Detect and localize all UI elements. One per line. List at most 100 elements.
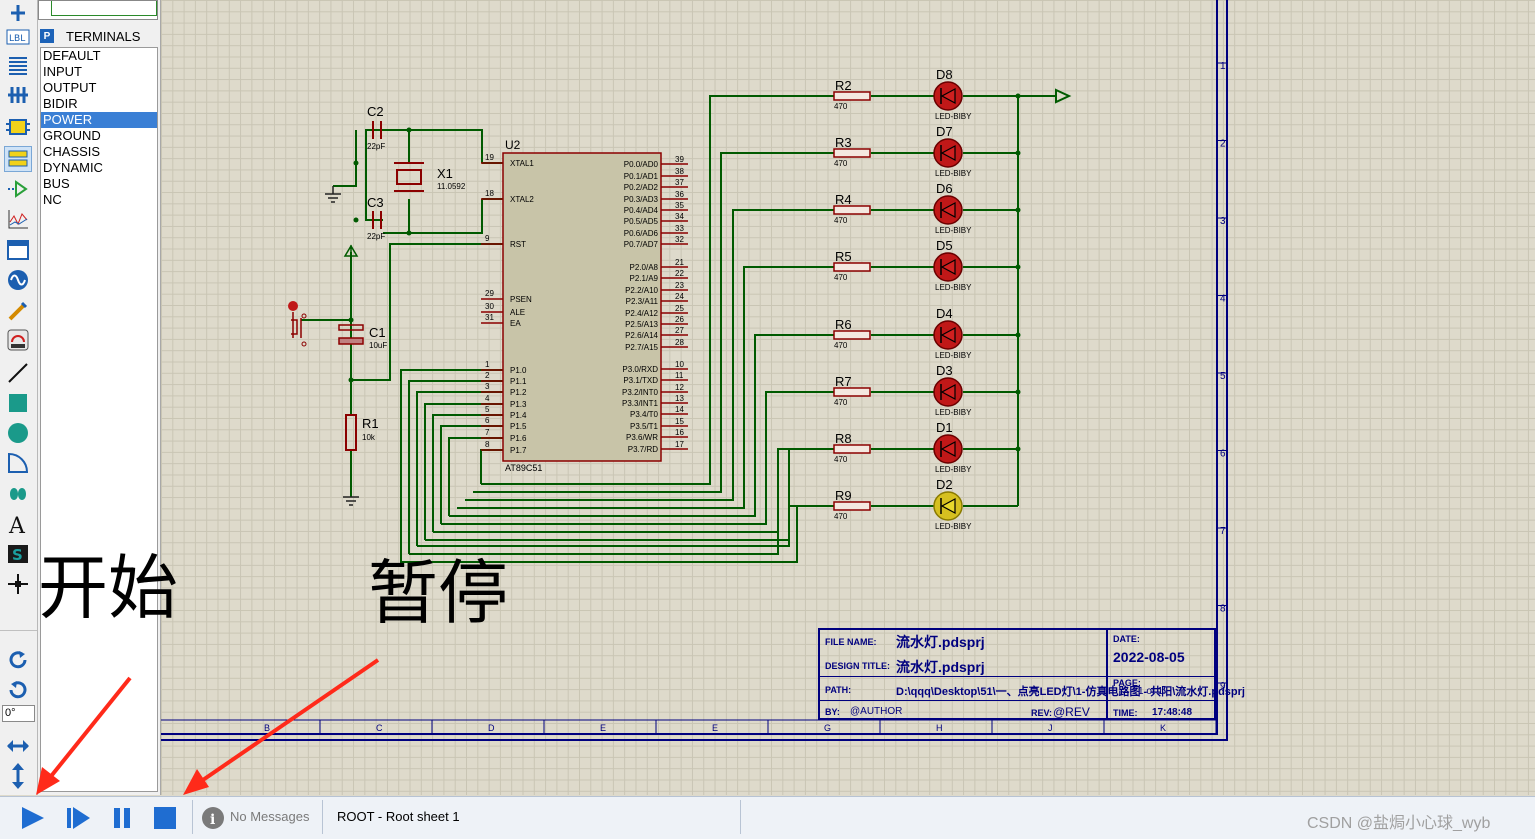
rotate-clockwise-icon[interactable] bbox=[4, 647, 32, 673]
mcu-part: AT89C51 bbox=[505, 463, 542, 473]
mcu-pin-name: P0.3/AD3 bbox=[624, 195, 659, 204]
time-label: TIME: bbox=[1113, 708, 1138, 718]
pick-devices-button[interactable]: P bbox=[40, 29, 54, 43]
date-value: 2022-08-05 bbox=[1113, 649, 1185, 665]
arc-icon[interactable] bbox=[4, 450, 32, 476]
mcu-pin-name: P3.0/RXD bbox=[622, 365, 658, 374]
mcu-pin-name: P1.3 bbox=[510, 400, 527, 409]
mirror-x-icon[interactable] bbox=[4, 733, 32, 759]
led-ref: D1 bbox=[936, 420, 953, 435]
led-row-d8[interactable]: R2 470 D8 LED-BIBY bbox=[833, 67, 972, 121]
row-marker: 8 bbox=[1220, 604, 1226, 615]
col-marker: B bbox=[264, 723, 270, 733]
component-pin-icon[interactable] bbox=[4, 0, 32, 26]
messages-status[interactable]: No Messages bbox=[230, 809, 309, 824]
mcu-pin-num: 35 bbox=[675, 201, 684, 210]
resistor-value: 470 bbox=[834, 341, 848, 350]
schematic-canvas[interactable]: 123456789 BCDEEGHJK C2 22pF C3 22pF X1 1… bbox=[161, 0, 1535, 795]
mcu-at89c51[interactable]: U2AT89C5119XTAL118XTAL29RST29PSEN30ALE31… bbox=[481, 138, 688, 473]
led-row-d6[interactable]: R4 470 D6 LED-BIBY bbox=[833, 181, 972, 235]
svg-text:LBL: LBL bbox=[9, 34, 25, 44]
mcu-pin-name: P3.4/T0 bbox=[630, 410, 659, 419]
path-icon[interactable] bbox=[4, 480, 32, 506]
row-marker: 4 bbox=[1220, 294, 1226, 305]
led-row-d5[interactable]: R5 470 D5 LED-BIBY bbox=[833, 238, 972, 292]
mcu-pin-num: 2 bbox=[485, 371, 490, 380]
led-ref: D7 bbox=[936, 124, 953, 139]
led-type: LED-BIBY bbox=[935, 169, 972, 178]
terminal-item-output[interactable]: OUTPUT bbox=[41, 80, 157, 96]
graph-icon[interactable] bbox=[4, 206, 32, 232]
file-name-label: FILE NAME: bbox=[825, 637, 877, 647]
symbol-icon[interactable]: S bbox=[4, 541, 32, 567]
led-row-d2[interactable]: R9 470 D2 LED-BIBY bbox=[833, 477, 972, 531]
mcu-pin-num: 30 bbox=[485, 302, 494, 311]
terminal-item-nc[interactable]: NC bbox=[41, 192, 157, 208]
time-value: 17:48:48 bbox=[1152, 707, 1193, 718]
mcu-pin-num: 33 bbox=[675, 224, 684, 233]
mcu-pin-name: ALE bbox=[510, 308, 525, 317]
label-icon[interactable]: LBL bbox=[4, 24, 32, 50]
mcu-pin-num: 23 bbox=[675, 281, 684, 290]
voltage-probe-icon[interactable] bbox=[4, 297, 32, 323]
mcu-pin-name: P2.2/A10 bbox=[625, 286, 658, 295]
terminal-item-bus[interactable]: BUS bbox=[41, 176, 157, 192]
mcu-pin-num: 9 bbox=[485, 234, 490, 243]
led-row-d3[interactable]: R7 470 D3 LED-BIBY bbox=[833, 363, 972, 417]
page-label: PAGE: bbox=[1113, 678, 1141, 688]
title-block: FILE NAME: 流水灯.pdsprj DESIGN TITLE: 流水灯.… bbox=[818, 628, 1245, 720]
marker-icon[interactable] bbox=[4, 571, 32, 597]
mcu-pin-name: EA bbox=[510, 319, 521, 328]
subcircuit-icon[interactable] bbox=[4, 114, 32, 140]
mcu-pin-name: P0.6/AD6 bbox=[624, 229, 659, 238]
rotation-field[interactable]: 0° bbox=[2, 705, 35, 722]
by-label: BY: bbox=[825, 707, 840, 717]
circle-icon[interactable] bbox=[4, 420, 32, 446]
rotate-anticlockwise-icon[interactable] bbox=[4, 677, 32, 703]
resistor-ref: R4 bbox=[835, 192, 852, 207]
text-script-icon[interactable] bbox=[4, 52, 32, 78]
text-icon[interactable]: A bbox=[4, 511, 32, 537]
mcu-pin-num: 19 bbox=[485, 153, 494, 162]
mcu-pin-name: RST bbox=[510, 240, 526, 249]
terminals-header: P TERMINALS bbox=[40, 27, 158, 45]
page-value: 1 of 1 bbox=[1138, 686, 1164, 697]
mcu-pin-num: 31 bbox=[485, 313, 494, 322]
resistor-value: 470 bbox=[834, 455, 848, 464]
by-value: @AUTHOR bbox=[850, 706, 903, 717]
terminal-item-input[interactable]: INPUT bbox=[41, 64, 157, 80]
terminal-item-default[interactable]: DEFAULT bbox=[41, 48, 157, 64]
led-row-d7[interactable]: R3 470 D7 LED-BIBY bbox=[833, 124, 972, 178]
virtual-instrument-icon[interactable] bbox=[4, 327, 32, 353]
pause-button[interactable] bbox=[104, 801, 140, 835]
mirror-y-icon[interactable] bbox=[4, 763, 32, 789]
terminal-icon[interactable] bbox=[4, 146, 32, 172]
terminal-item-ground[interactable]: GROUND bbox=[41, 128, 157, 144]
info-icon: i bbox=[200, 801, 226, 835]
play-button[interactable] bbox=[14, 801, 50, 835]
path-value: D:\qqq\Desktop\51\一、点亮LED灯\1-仿真电路图 - 共阳\… bbox=[896, 686, 1245, 698]
terminals-title: TERMINALS bbox=[66, 28, 141, 44]
overview-window[interactable] bbox=[38, 0, 158, 20]
mcu-pin-num: 13 bbox=[675, 394, 684, 403]
terminal-item-chassis[interactable]: CHASSIS bbox=[41, 144, 157, 160]
stop-button[interactable] bbox=[147, 801, 183, 835]
line-icon[interactable] bbox=[4, 360, 32, 386]
led-row-d1[interactable]: R8 470 D1 LED-BIBY bbox=[833, 420, 972, 474]
terminals-list[interactable]: DEFAULT INPUT OUTPUT BIDIR POWER GROUND CHASSI… bbox=[40, 47, 158, 792]
box-icon[interactable] bbox=[4, 390, 32, 416]
path-label: PATH: bbox=[825, 685, 852, 695]
col-marker: C bbox=[376, 723, 383, 733]
terminal-item-bidir[interactable]: BIDIR bbox=[41, 96, 157, 112]
terminal-item-power[interactable]: POWER bbox=[41, 112, 157, 128]
generator-icon[interactable] bbox=[4, 267, 32, 293]
led-row-d4[interactable]: R6 470 D4 LED-BIBY bbox=[833, 306, 972, 360]
step-button[interactable] bbox=[60, 801, 96, 835]
led-type: LED-BIBY bbox=[935, 283, 972, 292]
terminal-item-dynamic[interactable]: DYNAMIC bbox=[41, 160, 157, 176]
tape-recorder-icon[interactable] bbox=[4, 237, 32, 263]
device-pin-icon[interactable] bbox=[4, 176, 32, 202]
led-type: LED-BIBY bbox=[935, 408, 972, 417]
bus-icon[interactable] bbox=[4, 82, 32, 108]
mcu-pin-name: P2.7/A15 bbox=[625, 343, 658, 352]
